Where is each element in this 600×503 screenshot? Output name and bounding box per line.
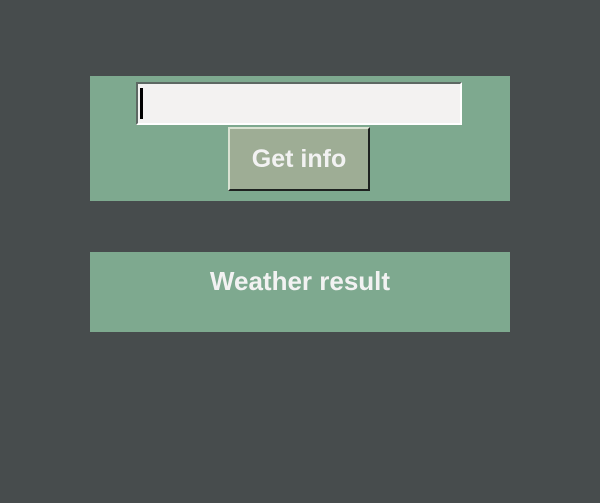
text-cursor (140, 88, 143, 119)
get-info-button[interactable]: Get info (228, 127, 370, 191)
weather-result-label: Weather result (209, 266, 391, 296)
result-frame: Weather result (90, 252, 510, 332)
city-input[interactable] (136, 82, 462, 125)
app-window: Get info Weather result (0, 0, 600, 503)
search-frame: Get info (90, 76, 510, 201)
